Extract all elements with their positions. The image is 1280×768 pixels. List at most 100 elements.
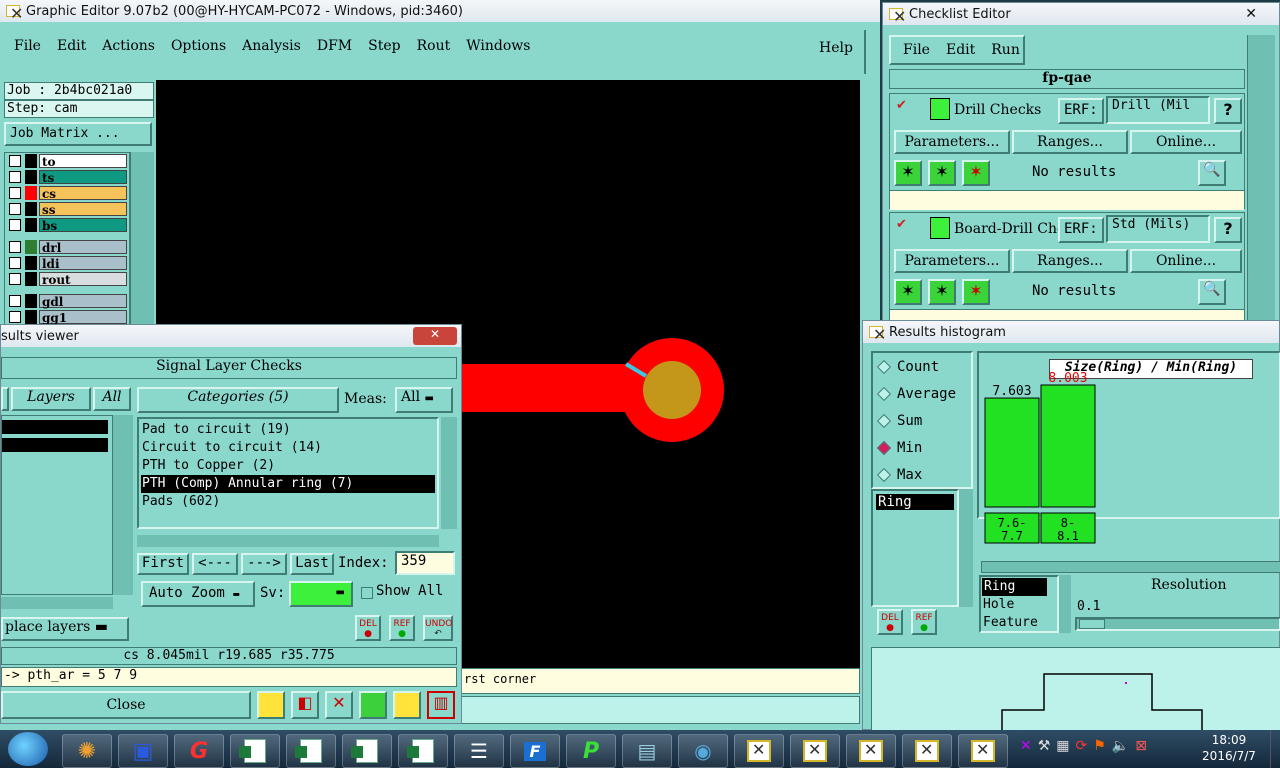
checklist-menu-file[interactable]: File: [903, 42, 930, 58]
menu-actions[interactable]: Actions: [102, 38, 155, 54]
close-icon[interactable]: ✕: [1245, 6, 1257, 22]
layers-scrollbar-h[interactable]: [1, 597, 113, 609]
taskbar-notepad[interactable]: ☰: [454, 734, 504, 768]
slider-thumb[interactable]: [1079, 619, 1105, 629]
category-item[interactable]: PTH (Comp) Annular ring (7): [141, 475, 435, 493]
menu-help[interactable]: Help: [819, 40, 853, 56]
all-tab[interactable]: All: [93, 387, 131, 411]
taskbar-excel-3[interactable]: [342, 734, 392, 768]
menu-file[interactable]: File: [14, 38, 41, 54]
layer-row-ts[interactable]: ts: [5, 169, 129, 185]
compare-tool-icon[interactable]: [359, 691, 387, 719]
layer-checkbox[interactable]: [9, 155, 21, 167]
histogram-bar[interactable]: [1040, 384, 1096, 508]
layers-scrollbar-v[interactable]: [113, 415, 133, 595]
tray-network-icon[interactable]: ▦: [1056, 738, 1069, 754]
layer-checkbox[interactable]: [9, 187, 21, 199]
layer-row-selected[interactable]: [2, 420, 108, 434]
taskbar-excel-4[interactable]: [398, 734, 448, 768]
list-item-ring[interactable]: Ring: [876, 494, 954, 510]
menu-windows[interactable]: Windows: [466, 38, 530, 54]
checklist-menu-run[interactable]: Run: [991, 42, 1020, 58]
taskbar-photo-viewer[interactable]: ▤: [622, 734, 672, 768]
taskbar-p-app[interactable]: P: [566, 734, 616, 768]
taskbar-x-1[interactable]: [734, 734, 784, 768]
layer-row-rout[interactable]: rout: [5, 271, 129, 287]
category-item[interactable]: PTH to Copper (2): [141, 457, 435, 475]
menu-rout[interactable]: Rout: [417, 38, 451, 54]
job-matrix-button[interactable]: Job Matrix ...: [4, 122, 152, 146]
resolution-slider[interactable]: [1075, 617, 1280, 631]
mode-radio-min[interactable]: Min: [873, 434, 971, 461]
layer-row-to[interactable]: to: [5, 153, 129, 169]
mode-radio-average[interactable]: Average: [873, 380, 971, 407]
taskbar-x-4[interactable]: [902, 734, 952, 768]
layer-row-cs[interactable]: cs: [5, 185, 129, 201]
ranges-button[interactable]: Ranges...: [1012, 249, 1128, 273]
histogram-bar[interactable]: [984, 397, 1040, 508]
help-button[interactable]: ?: [1214, 217, 1242, 243]
layer-row-bs[interactable]: bs: [5, 217, 129, 233]
taskbar-excel-1[interactable]: [230, 734, 280, 768]
categories-scrollbar-h[interactable]: [137, 535, 439, 547]
close-viewer-button[interactable]: Close: [1, 691, 251, 719]
taskbar-excel-2[interactable]: [286, 734, 336, 768]
tray-update-icon[interactable]: ⟳: [1076, 738, 1088, 754]
zoom-icon[interactable]: 🔍: [1198, 160, 1226, 186]
mode-radio-max[interactable]: Max: [873, 461, 971, 488]
index-input[interactable]: 359: [395, 551, 455, 575]
layer-checkbox[interactable]: [9, 241, 21, 253]
select-tool-icon[interactable]: [257, 691, 285, 719]
zoom-icon[interactable]: 🔍: [1198, 279, 1226, 305]
tray-flag-icon[interactable]: ⚑: [1093, 738, 1106, 754]
erf-value[interactable]: Std (Mils): [1106, 215, 1210, 243]
left-tab-stub[interactable]: [1, 387, 9, 411]
notes-tool-icon[interactable]: [393, 691, 421, 719]
ranges-button[interactable]: Ranges...: [1012, 130, 1128, 154]
layer-row-drl[interactable]: drl: [5, 239, 129, 255]
layer-row-gg1[interactable]: gg1: [5, 309, 129, 325]
stop-icon[interactable]: ✶: [962, 160, 990, 186]
meas-dropdown[interactable]: All ▬: [395, 387, 453, 413]
hist-ref-button[interactable]: REF ●: [911, 609, 937, 635]
replace-layers-button[interactable]: place layers ▬: [1, 617, 129, 641]
categories-scrollbar-v[interactable]: [441, 417, 457, 529]
categories-tab[interactable]: Categories (5): [137, 387, 339, 413]
taskbar-f-app[interactable]: F: [510, 734, 560, 768]
check-name[interactable]: Drill Checks: [954, 102, 1058, 118]
layer-row-ss[interactable]: ss: [5, 201, 129, 217]
category-item[interactable]: Pad to circuit (19): [141, 421, 435, 439]
layer-checkbox[interactable]: [9, 311, 21, 323]
layer-checkbox[interactable]: [9, 295, 21, 307]
taskbar-x-2[interactable]: [790, 734, 840, 768]
taskbar-x-5[interactable]: [958, 734, 1008, 768]
online-button[interactable]: Online...: [1130, 130, 1242, 154]
layer-row-ldi[interactable]: ldi: [5, 255, 129, 271]
layer-checkbox[interactable]: [9, 219, 21, 231]
tray-volume-icon[interactable]: 🔈: [1112, 738, 1129, 754]
layer-checkbox[interactable]: [9, 171, 21, 183]
attr-item[interactable]: Ring: [982, 578, 1047, 596]
hist-del-button[interactable]: DEL ●: [877, 609, 903, 635]
attr-item[interactable]: Hole: [981, 596, 1057, 614]
online-button[interactable]: Online...: [1130, 249, 1242, 273]
attr-item[interactable]: Feature: [981, 614, 1057, 632]
parameters-button[interactable]: Parameters...: [894, 249, 1010, 273]
menu-step[interactable]: Step: [368, 38, 400, 54]
category-item[interactable]: Circuit to circuit (14): [141, 439, 435, 457]
taskbar-g-app-icon[interactable]: G: [174, 734, 224, 768]
run-icon[interactable]: ✶: [894, 279, 922, 305]
layers-tab[interactable]: Layers: [11, 387, 91, 411]
tray-x-icon[interactable]: ✕: [1020, 738, 1032, 754]
layer-checkbox[interactable]: [9, 273, 21, 285]
menu-edit[interactable]: Edit: [57, 38, 86, 54]
menu-analysis[interactable]: Analysis: [242, 38, 301, 54]
layer-checkbox[interactable]: [9, 203, 21, 215]
taskbar-x-3[interactable]: [846, 734, 896, 768]
taskbar-save-icon[interactable]: ▣: [118, 734, 168, 768]
mode-radio-count[interactable]: Count: [873, 353, 971, 380]
close-button[interactable]: ✕: [413, 327, 457, 345]
clock[interactable]: 18:09 2016/7/7: [1194, 732, 1264, 764]
undo-button[interactable]: UNDO ↶: [423, 615, 453, 641]
help-button[interactable]: ?: [1214, 98, 1242, 124]
